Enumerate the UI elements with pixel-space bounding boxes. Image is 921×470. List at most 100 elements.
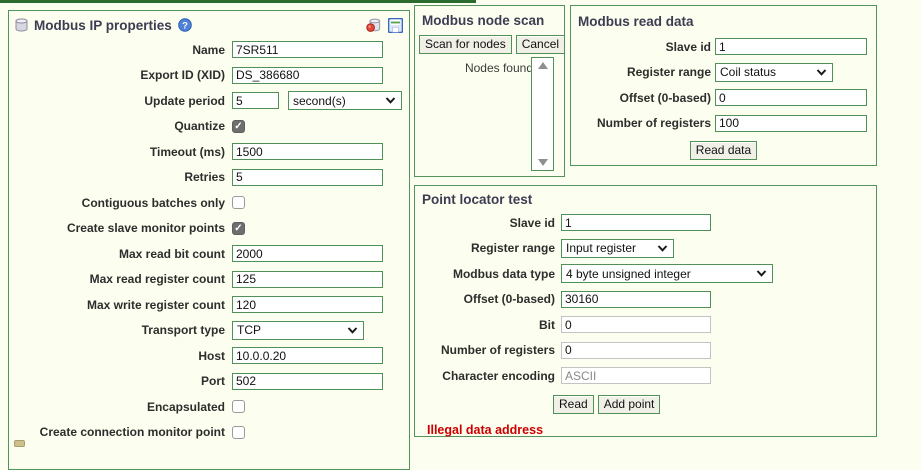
scroll-up-icon[interactable] xyxy=(537,62,548,69)
panel-title: Point locator test xyxy=(422,191,533,207)
field-label: Timeout (ms) xyxy=(149,144,225,159)
form-row-bit: Bit xyxy=(415,312,876,338)
locator-slave-id-input[interactable] xyxy=(561,214,711,232)
read-register-range-select[interactable]: Coil status xyxy=(715,62,833,82)
form-row-timeout: Timeout (ms) xyxy=(9,139,409,165)
form-row-contiguous: Contiguous batches only xyxy=(9,190,409,216)
chevron-down-icon xyxy=(816,69,827,76)
create-slave-monitor-checkbox[interactable] xyxy=(232,221,245,235)
form-row-encapsulated: Encapsulated xyxy=(9,394,409,420)
form-row-register-range: Register range Coil status xyxy=(571,60,876,86)
form-row-transport: Transport type TCP xyxy=(9,318,409,344)
field-label: Port xyxy=(201,374,225,389)
field-label: Max write register count xyxy=(86,297,225,312)
form-row-slave-id: Slave id xyxy=(415,210,876,236)
panel-header: Point locator test xyxy=(415,186,876,210)
chevron-down-icon xyxy=(347,327,358,334)
database-icon xyxy=(15,18,28,32)
quantize-checkbox[interactable] xyxy=(232,119,245,133)
update-period-unit-select[interactable]: second(s) xyxy=(288,91,402,111)
read-data-button[interactable]: Read data xyxy=(689,141,758,160)
read-data-button-row: Read data xyxy=(571,141,876,160)
field-label: Transport type xyxy=(141,323,225,338)
chevron-down-icon xyxy=(756,270,767,278)
error-message: Illegal data address xyxy=(427,422,544,437)
panel-header: Modbus node scan xyxy=(415,6,564,32)
svg-text:?: ? xyxy=(182,20,188,31)
locator-register-range-select[interactable]: Input register xyxy=(561,238,674,258)
timeout-input[interactable] xyxy=(232,143,383,161)
bit-input[interactable] xyxy=(561,316,711,334)
export-id-input[interactable] xyxy=(232,66,383,84)
max-read-bit-input[interactable] xyxy=(232,245,383,263)
update-period-input[interactable] xyxy=(232,92,279,110)
field-label: Retries xyxy=(184,170,225,185)
field-label: Bit xyxy=(539,317,555,332)
panel-header: Modbus read data xyxy=(571,6,876,34)
panel-title: Modbus node scan xyxy=(422,12,545,28)
form-row-connection-monitor: Create connection monitor point xyxy=(9,420,409,446)
disable-datasource-icon[interactable] xyxy=(366,18,382,33)
field-label: Character encoding xyxy=(442,368,555,383)
modbus-read-data-panel: Modbus read data Slave id Register range… xyxy=(570,5,877,166)
field-label: Host xyxy=(198,348,225,363)
form-row-num-registers: Number of registers xyxy=(571,111,876,137)
form-row-slave-monitor: Create slave monitor points xyxy=(9,216,409,242)
form-row-num-registers: Number of registers xyxy=(415,338,876,364)
help-icon[interactable]: ? xyxy=(177,18,192,32)
form-row-offset: Offset (0-based) xyxy=(571,85,876,111)
locator-num-registers-input[interactable] xyxy=(561,341,711,359)
field-label: Quantize xyxy=(174,119,225,134)
contiguous-batches-checkbox[interactable] xyxy=(232,196,245,210)
name-input[interactable] xyxy=(232,41,383,59)
field-label: Encapsulated xyxy=(146,399,225,414)
max-write-register-input[interactable] xyxy=(232,296,383,314)
encapsulated-checkbox[interactable] xyxy=(232,400,245,414)
selected-option: 4 byte unsigned integer xyxy=(566,266,691,281)
read-num-registers-input[interactable] xyxy=(715,114,867,132)
transport-type-select[interactable]: TCP xyxy=(232,320,364,340)
field-label: Number of registers xyxy=(440,343,555,358)
locator-buttons-row: Read Add point xyxy=(553,394,876,414)
locator-offset-input[interactable] xyxy=(561,290,711,308)
tab-underline xyxy=(0,0,476,3)
field-label: Max read bit count xyxy=(118,246,225,261)
host-input[interactable] xyxy=(232,347,383,365)
selected-option: Coil status xyxy=(720,65,777,80)
field-label: Register range xyxy=(626,65,711,80)
modbus-data-type-select[interactable]: 4 byte unsigned integer xyxy=(561,264,773,284)
nodes-list-scrollbar[interactable] xyxy=(531,57,554,171)
field-label: Modbus data type xyxy=(452,266,555,281)
read-offset-input[interactable] xyxy=(715,89,867,107)
field-label: Offset (0-based) xyxy=(463,292,555,307)
field-label: Update period xyxy=(144,93,225,108)
create-connection-monitor-checkbox[interactable] xyxy=(232,425,245,439)
page-title: Modbus IP properties xyxy=(34,17,172,33)
read-slave-id-input[interactable] xyxy=(715,38,867,56)
field-label: Offset (0-based) xyxy=(619,90,711,105)
scan-for-nodes-button[interactable]: Scan for nodes xyxy=(419,35,512,54)
modbus-node-scan-panel: Modbus node scan Scan for nodes Cancel N… xyxy=(414,5,566,177)
form-row-xid: Export ID (XID) xyxy=(9,63,409,89)
modbus-ip-properties-panel: Modbus IP properties ? Name Export ID (X… xyxy=(8,10,410,470)
read-button[interactable]: Read xyxy=(553,394,594,414)
cancel-button[interactable]: Cancel xyxy=(515,35,566,54)
panel-title: Modbus read data xyxy=(578,13,694,29)
retries-input[interactable] xyxy=(232,168,383,186)
form-row-name: Name xyxy=(9,37,409,63)
form-row-max-read-register: Max read register count xyxy=(9,267,409,293)
form-row-register-range: Register range Input register xyxy=(415,236,876,262)
form-row-retries: Retries xyxy=(9,165,409,191)
field-label: Contiguous batches only xyxy=(81,195,225,210)
character-encoding-input[interactable] xyxy=(561,367,711,385)
field-label: Name xyxy=(192,42,225,57)
field-label: Create connection monitor point xyxy=(39,425,225,440)
max-read-register-input[interactable] xyxy=(232,270,383,288)
form-row-offset: Offset (0-based) xyxy=(415,287,876,313)
chevron-down-icon xyxy=(385,97,396,105)
add-point-button[interactable]: Add point xyxy=(597,394,661,414)
form-row-encoding: Character encoding xyxy=(415,363,876,389)
port-input[interactable] xyxy=(232,372,383,390)
save-icon[interactable] xyxy=(388,17,403,33)
scroll-down-icon[interactable] xyxy=(537,159,548,166)
